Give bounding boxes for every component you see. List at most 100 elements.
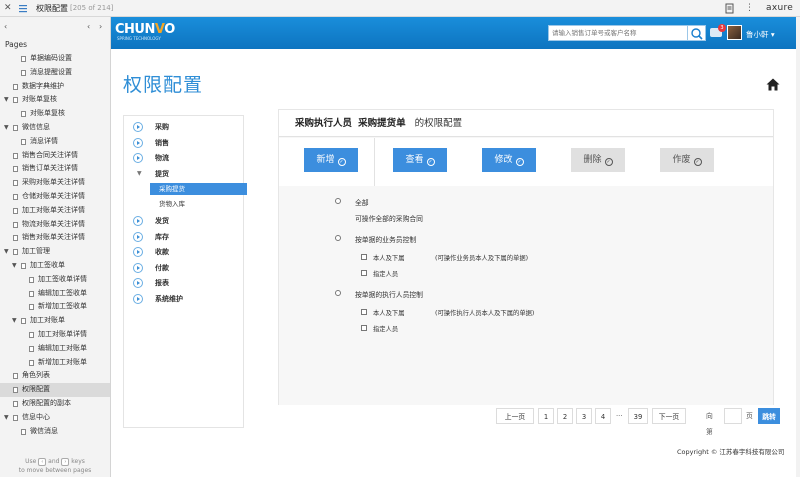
page-tree-item[interactable]: ▼ 对账单复核 (0, 93, 110, 107)
page-tree-item[interactable]: ▼ 加工对账单 (0, 314, 110, 328)
goto-prefix: 向第 (706, 412, 713, 436)
expand-arrow-icon[interactable]: ▼ (4, 93, 9, 107)
circle-play-icon (133, 216, 143, 226)
menu-item[interactable]: 付款 (124, 261, 245, 275)
menu-item[interactable]: 采购 (124, 120, 245, 134)
page-list-icon[interactable] (18, 0, 28, 17)
search-input[interactable] (548, 25, 688, 41)
prev-page-button[interactable]: 上一页 (496, 408, 534, 424)
page-tree-item[interactable]: 角色列表 (0, 369, 110, 383)
check-circle-icon: ✓ (337, 158, 346, 166)
search-button[interactable] (688, 25, 706, 41)
circle-play-icon (133, 231, 143, 242)
page-icon (21, 69, 26, 76)
page-tree-item[interactable]: 物流对账单关注详情 (0, 218, 110, 232)
check-circle-icon: ✓ (426, 158, 435, 166)
exec-assigned-checkbox[interactable] (361, 325, 367, 331)
expand-arrow-icon[interactable]: ▼ (4, 411, 9, 425)
sales-assigned-label: 指定人员 (373, 271, 399, 278)
page-tree-item[interactable]: 权限配置的副本 (0, 397, 110, 411)
scope-exec-radio[interactable] (335, 290, 341, 296)
goto-page-input[interactable] (724, 408, 742, 424)
submenu-item[interactable]: 采购提货 (150, 183, 247, 195)
notes-icon[interactable] (725, 0, 734, 17)
page-tree-item[interactable]: 加工签收单详情 (0, 273, 110, 287)
prev-page-icon[interactable]: ‹ (87, 22, 90, 31)
page-tree-item[interactable]: 权限配置 (0, 383, 110, 397)
page-tree-item[interactable]: 微信消息 (0, 425, 110, 439)
page-tree-item[interactable]: 采购对账单关注详情 (0, 176, 110, 190)
expand-arrow-icon[interactable]: ▼ (12, 314, 17, 328)
expand-arrow-icon[interactable]: ▼ (4, 245, 9, 259)
data-scope: 全部 可操作全部的采购合同 按单据的业务员控制 本人及下属 (可操作业务员本人及… (279, 187, 773, 405)
page-tree-item[interactable]: 新增加工签收单 (0, 300, 110, 314)
page-tree-item[interactable]: 消息提醒设置 (0, 66, 110, 80)
action-2-toggle[interactable]: 查看 ✓ (393, 148, 447, 172)
page-tree-item[interactable]: 编辑加工对账单 (0, 342, 110, 356)
sales-self-sub-checkbox[interactable] (361, 254, 367, 260)
pager-ellipsis: ··· (616, 412, 623, 420)
expand-arrow-icon[interactable]: ▼ (4, 121, 9, 135)
page-tree-item[interactable]: 销售对账单关注详情 (0, 231, 110, 245)
page-tree-item[interactable]: 加工对账单详情 (0, 328, 110, 342)
exec-self-sub-checkbox[interactable] (361, 309, 367, 315)
page-tree-item[interactable]: 编辑加工签收单 (0, 287, 110, 301)
action-3-toggle[interactable]: 修改 ✓ (482, 148, 536, 172)
page-number-button[interactable]: 4 (595, 408, 611, 424)
menu-item[interactable]: 销售 (124, 136, 245, 150)
company-logo[interactable]: CHUNVO SPRING TECHNOLOGY (115, 22, 175, 42)
goto-button[interactable]: 跳转 (758, 408, 780, 424)
close-icon[interactable]: ✕ (4, 0, 12, 17)
page-tree-item[interactable]: 销售订单关注详情 (0, 162, 110, 176)
page-icon (21, 56, 26, 62)
page-tree-item[interactable]: 单据编码设置 (0, 52, 110, 66)
page-number-button[interactable]: 2 (557, 408, 573, 424)
menu-item[interactable]: 系统维护 (124, 292, 245, 306)
expand-arrow-icon[interactable]: ▼ (12, 259, 17, 273)
scope-all-desc: 可操作全部的采购合同 (355, 215, 423, 223)
page-tree-item[interactable]: 仓储对账单关注详情 (0, 190, 110, 204)
page-tree-item[interactable]: ▼ 信息中心 (0, 411, 110, 425)
page-tree-item[interactable]: 消息详情 (0, 135, 110, 149)
user-menu[interactable]: 鲁小軒 ▾ (746, 29, 775, 40)
scope-all-radio[interactable] (335, 198, 341, 204)
more-icon[interactable]: ⋮ (745, 0, 754, 17)
menu-item[interactable]: 发货 (124, 214, 245, 228)
scope-sales-radio[interactable] (335, 235, 341, 241)
page-tree-item[interactable]: ▼ 微信信息 (0, 121, 110, 135)
page-tree-item[interactable]: 销售合同关注详情 (0, 149, 110, 163)
page-icon (29, 304, 34, 311)
menu-item-label: 销售 (155, 138, 169, 147)
page-number-button[interactable]: 1 (538, 408, 554, 424)
action-4-toggle[interactable]: 删除 ✓ (571, 148, 625, 172)
page-icon (13, 221, 18, 228)
page-icon (13, 387, 18, 394)
avatar[interactable] (727, 25, 742, 40)
page-tree-item[interactable]: 数据字典维护 (0, 80, 110, 94)
sales-assigned-checkbox[interactable] (361, 270, 367, 276)
menu-item[interactable]: 报表 (124, 276, 245, 290)
menu-item[interactable]: ▼ 提货 (124, 167, 245, 181)
next-page-icon[interactable]: › (99, 22, 102, 31)
vertical-scrollbar[interactable] (796, 17, 800, 477)
page-tree-item[interactable]: 对账单复核 (0, 107, 110, 121)
home-icon[interactable] (766, 76, 780, 91)
menu-item[interactable]: 收款 (124, 245, 245, 259)
action-5-toggle[interactable]: 作废 ✓ (660, 148, 714, 172)
menu-item[interactable]: 物流 (124, 151, 245, 165)
next-page-button[interactable]: 下一页 (652, 408, 686, 424)
page-tree-item[interactable]: 新增加工对账单 (0, 356, 110, 370)
page-number-button[interactable]: 39 (628, 408, 648, 424)
submenu-item[interactable]: 货物入库 (150, 198, 247, 210)
menu-item[interactable]: 库存 (124, 230, 245, 244)
page-icon (21, 262, 26, 269)
check-circle-icon: ✓ (693, 158, 702, 166)
page-tree-item[interactable]: 加工对账单关注详情 (0, 204, 110, 218)
circle-play-icon (133, 262, 143, 273)
page-number-button[interactable]: 3 (576, 408, 592, 424)
page-tree-item[interactable]: ▼ 加工签收单 (0, 259, 110, 273)
action-1-toggle[interactable]: 新增 ✓ (304, 148, 358, 172)
menu-item-label: 付款 (155, 263, 169, 272)
collapse-panel-icon[interactable]: ‹ (4, 22, 7, 31)
page-tree-item[interactable]: ▼ 加工管理 (0, 245, 110, 259)
